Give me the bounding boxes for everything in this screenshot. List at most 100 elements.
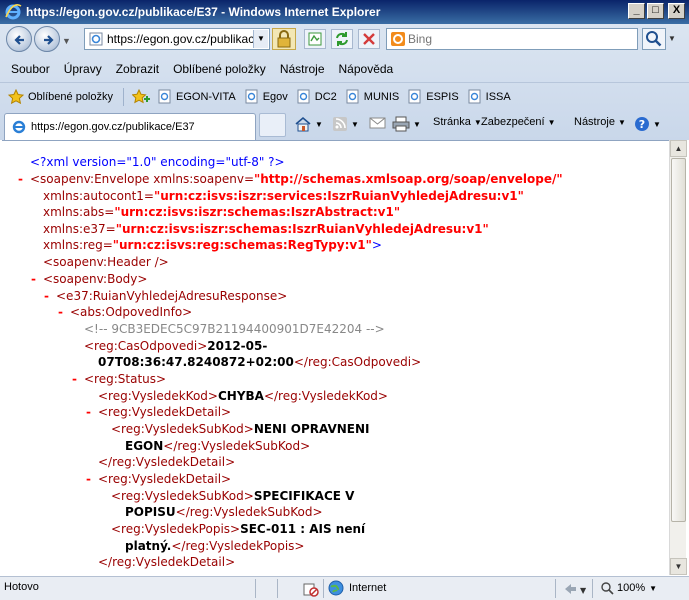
tag: <soapenv:Envelope [30, 172, 150, 186]
title-bar: https://egon.gov.cz/publikace/E37 - Wind… [0, 0, 689, 24]
security-zone[interactable]: Internet [328, 580, 386, 596]
protected-mode-icon[interactable] [302, 581, 320, 597]
page-icon [89, 32, 103, 46]
forward-button[interactable] [34, 26, 60, 52]
tag: <reg:VysledekSubKod> [111, 489, 254, 503]
compatibility-view-button[interactable] [304, 29, 326, 49]
favorite-espis[interactable]: ESPIS [408, 89, 459, 104]
feeds-button[interactable]: ▼ [332, 116, 359, 132]
popup-settings-icon[interactable]: ▼ [562, 581, 586, 597]
back-button[interactable] [6, 26, 32, 52]
zoom-dropdown-icon: ▼ [649, 583, 658, 593]
favorite-issa[interactable]: ISSA [468, 89, 511, 104]
favorite-egon-vita[interactable]: EGON-VITA [158, 89, 236, 104]
window-title: https://egon.gov.cz/publikace/E37 - Wind… [26, 5, 381, 19]
tag: </reg:VysledekSubKod> [163, 439, 311, 453]
menu-item-nastroje[interactable]: Nástroje [280, 62, 325, 76]
xml-odpovedinfo-open: <abs:OdpovedInfo> [70, 304, 192, 321]
collapse-body-toggle[interactable]: - [31, 271, 36, 288]
read-mail-button[interactable] [369, 116, 387, 130]
search-box[interactable] [386, 28, 638, 50]
collapse-status-toggle[interactable]: - [72, 371, 77, 388]
element-text: CHYBA [217, 389, 264, 403]
page-icon [245, 89, 258, 104]
menu-bar: Soubor Úpravy Zobrazit Oblíbené položky … [0, 58, 689, 80]
security-lock-button[interactable] [272, 28, 296, 50]
collapse-detail-toggle[interactable]: - [86, 471, 91, 488]
xml-vysledekkod: <reg:VysledekKod>CHYBA</reg:VysledekKod> [98, 388, 388, 405]
favorite-munis[interactable]: MUNIS [346, 89, 399, 104]
collapse-envelope-toggle[interactable]: - [18, 171, 23, 188]
minimize-button[interactable]: _ [628, 3, 645, 19]
zoom-level-button[interactable]: 100% ▼ [600, 581, 657, 595]
stop-button[interactable] [358, 29, 380, 49]
favorites-button[interactable]: Oblíbené položky [28, 91, 113, 103]
address-bar[interactable]: https://egon.gov.cz/publikace/E37 ▼ [84, 28, 270, 50]
address-url[interactable]: https://egon.gov.cz/publikace/E37 [107, 32, 253, 46]
attribute-value: "urn:cz:isvs:reg:schemas:RegTypy:v1" [112, 238, 372, 252]
xml-detail-open: <reg:VysledekDetail> [98, 471, 231, 488]
tag: </reg:VysledekKod> [263, 389, 388, 403]
security-menu[interactable]: Zabezpečení ▼ [481, 116, 556, 128]
tag: <reg:CasOdpovedi> [84, 339, 208, 353]
bing-icon [391, 32, 405, 46]
search-options-dropdown-icon[interactable]: ▼ [668, 34, 676, 43]
xml-declaration: <?xml version="1.0" encoding="utf-8" ?> [30, 154, 285, 171]
menu-item-napoveda[interactable]: Nápověda [339, 62, 394, 76]
favorite-label: MUNIS [363, 90, 400, 103]
print-dropdown-icon[interactable]: ▼ [413, 120, 421, 129]
attribute-name: xmlns:reg= [43, 238, 113, 252]
add-to-favorites-icon[interactable] [132, 88, 150, 105]
recent-pages-dropdown-icon[interactable]: ▼ [62, 36, 71, 46]
tag: <e37:RuianVyhledejAdresuResponse> [56, 289, 288, 303]
attribute-name: xmlns:soapenv= [153, 172, 255, 186]
favorite-egov[interactable]: Egov [245, 89, 288, 104]
divider [123, 87, 124, 106]
tools-menu[interactable]: Nástroje ▼ [574, 116, 626, 128]
refresh-button[interactable] [331, 29, 353, 49]
xml-body-open: <soapenv:Body> [43, 271, 147, 288]
page-menu[interactable]: Stránka ▼ [433, 116, 482, 128]
tag: </reg:CasOdpovedi> [293, 355, 422, 369]
collapse-odpovedinfo-toggle[interactable]: - [58, 304, 63, 321]
home-button[interactable]: ▼ [294, 116, 323, 132]
scrollbar-thumb[interactable] [671, 158, 686, 522]
search-button[interactable] [642, 28, 666, 50]
new-tab-button[interactable] [259, 113, 286, 137]
collapse-response-toggle[interactable]: - [44, 288, 49, 305]
tab-e37[interactable]: https://egon.gov.cz/publikace/E37 [4, 113, 256, 140]
print-button[interactable]: ▼ [392, 116, 421, 132]
lock-icon [277, 30, 291, 48]
help-menu[interactable]: ? ▼ [634, 116, 661, 132]
tag: <reg:VysledekSubKod> [111, 422, 254, 436]
status-text: Hotovo [4, 581, 39, 593]
maximize-button[interactable]: □ [647, 3, 664, 19]
compatibility-icon [308, 32, 322, 46]
scroll-down-button[interactable]: ▼ [670, 558, 687, 575]
scroll-up-button[interactable]: ▲ [670, 140, 687, 157]
favorite-dc2[interactable]: DC2 [297, 89, 337, 104]
vertical-scrollbar[interactable]: ▲ ▼ [669, 140, 687, 575]
menu-item-oblibene-polozky[interactable]: Oblíbené položky [173, 62, 266, 76]
xml-response-open: <e37:RuianVyhledejAdresuResponse> [56, 288, 287, 305]
favorites-star-icon[interactable] [8, 88, 24, 105]
search-input[interactable] [408, 32, 628, 46]
rss-feed-icon [333, 117, 347, 131]
mail-icon [369, 117, 386, 129]
attribute-name: xmlns:abs= [43, 205, 115, 219]
close-button[interactable]: X [668, 3, 685, 19]
tag: </reg:VysledekDetail> [98, 555, 236, 569]
menu-item-zobrazit[interactable]: Zobrazit [116, 62, 159, 76]
collapse-detail-toggle[interactable]: - [86, 404, 91, 421]
feeds-dropdown-icon[interactable]: ▼ [351, 120, 359, 129]
svg-text:?: ? [639, 118, 645, 131]
tag: <reg:VysledekDetail> [98, 405, 232, 419]
menu-item-upravy[interactable]: Úpravy [64, 62, 102, 76]
home-dropdown-icon[interactable]: ▼ [315, 120, 323, 129]
element-text: platný. [125, 539, 172, 553]
xml-casodpovedi-cont: 07T08:36:47.8240872+02:00</reg:CasOdpove… [98, 354, 421, 371]
address-dropdown-icon[interactable]: ▼ [253, 30, 268, 48]
menu-item-soubor[interactable]: Soubor [11, 62, 50, 76]
magnifier-icon [646, 31, 662, 47]
page-icon [468, 89, 481, 104]
